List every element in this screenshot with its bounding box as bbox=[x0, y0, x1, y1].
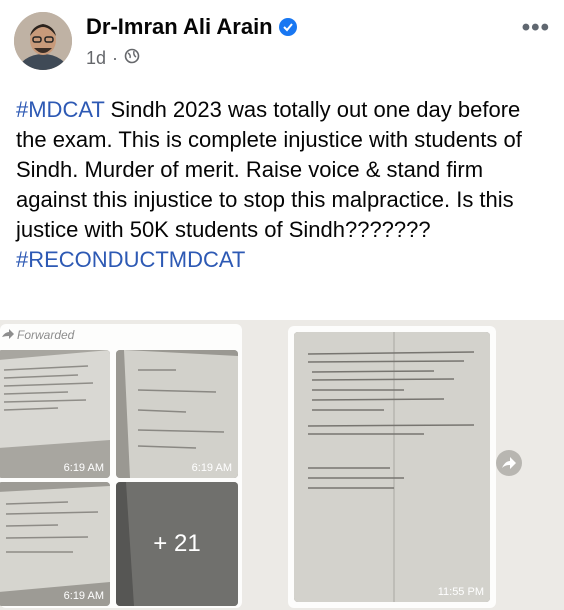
author-name[interactable]: Dr-Imran Ali Arain bbox=[86, 14, 297, 40]
post-time[interactable]: 1d bbox=[86, 48, 106, 69]
forwarded-text: Forwarded bbox=[17, 328, 75, 342]
share-icon[interactable] bbox=[496, 450, 522, 476]
image-thumbnail[interactable]: 11:55 PM bbox=[294, 332, 490, 602]
more-images-thumbnail[interactable]: + 21 bbox=[116, 482, 238, 606]
thumb-time: 6:19 AM bbox=[191, 462, 232, 474]
more-images-count[interactable]: + 21 bbox=[116, 482, 238, 606]
hashtag-mdcat[interactable]: #MDCAT bbox=[16, 97, 104, 122]
thumb-time: 6:19 AM bbox=[63, 462, 104, 474]
image-time: 11:55 PM bbox=[437, 586, 484, 598]
post-meta: 1d · bbox=[86, 48, 140, 69]
post-attachment: Forwarded 6:19 AM 6:19 AM 6:19 AM + 21 1… bbox=[0, 320, 564, 610]
post-header: Dr-Imran Ali Arain 1d · ••• bbox=[0, 0, 564, 90]
avatar[interactable] bbox=[14, 12, 72, 70]
thumb-time: 6:19 AM bbox=[63, 590, 104, 602]
more-options-icon[interactable]: ••• bbox=[522, 14, 550, 42]
forwarded-label: Forwarded bbox=[2, 328, 74, 342]
single-image-card[interactable]: 11:55 PM bbox=[288, 326, 496, 608]
verified-badge-icon bbox=[278, 18, 297, 36]
author-name-text[interactable]: Dr-Imran Ali Arain bbox=[86, 14, 273, 40]
forward-icon bbox=[2, 328, 14, 342]
image-thumbnail[interactable]: 6:19 AM bbox=[0, 482, 110, 606]
meta-separator: · bbox=[112, 48, 119, 68]
hashtag-reconductmdcat[interactable]: #RECONDUCTMDCAT bbox=[16, 247, 245, 272]
forwarded-images-card[interactable]: Forwarded 6:19 AM 6:19 AM 6:19 AM + 21 bbox=[0, 324, 242, 608]
image-thumbnail[interactable]: 6:19 AM bbox=[116, 350, 238, 478]
image-thumbnail[interactable]: 6:19 AM bbox=[0, 350, 110, 478]
globe-icon bbox=[124, 48, 140, 69]
post-text: #MDCAT Sindh 2023 was totally out one da… bbox=[16, 95, 552, 275]
